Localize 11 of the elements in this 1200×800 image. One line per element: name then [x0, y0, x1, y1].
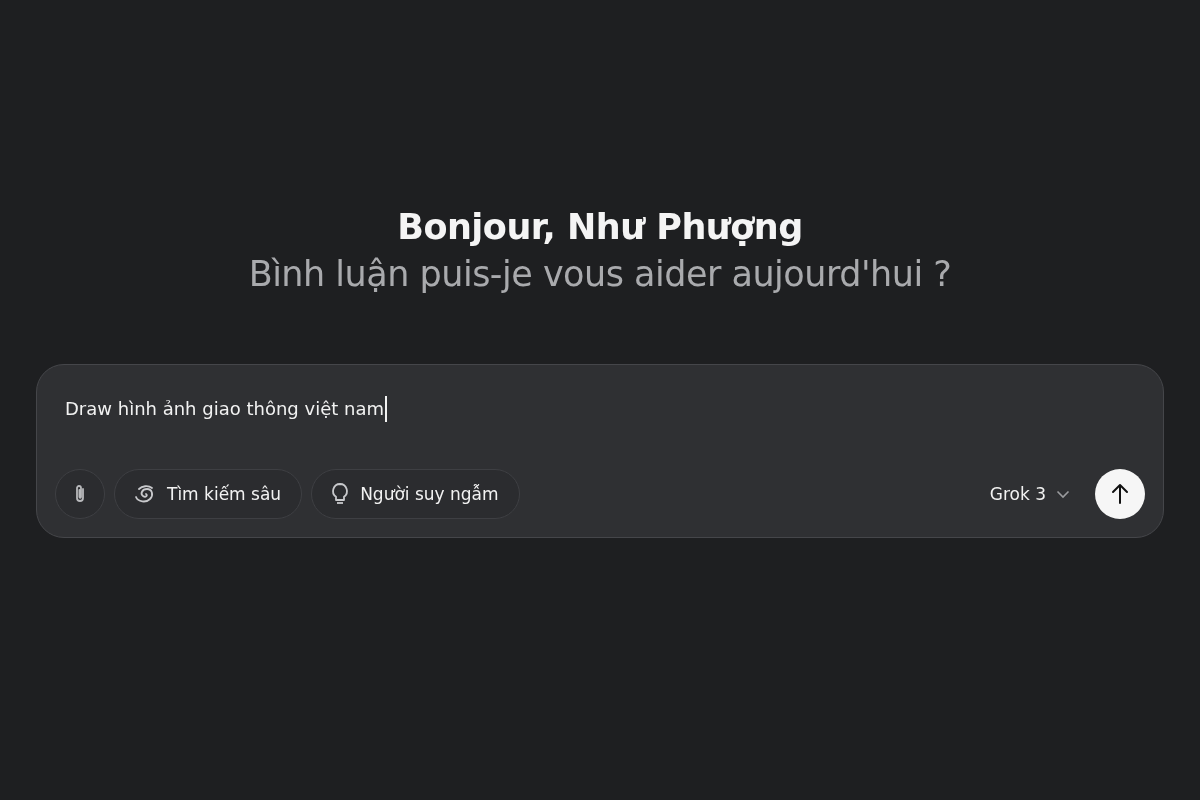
deepsearch-toggle[interactable]: Tìm kiếm sâu	[114, 469, 303, 519]
attach-button[interactable]	[55, 469, 105, 519]
arrow-up-icon	[1111, 483, 1129, 505]
send-button[interactable]	[1095, 469, 1145, 519]
model-selector[interactable]: Grok 3	[973, 484, 1086, 504]
prompt-field[interactable]: Draw hình ảnh giao thông việt nam	[55, 395, 1145, 423]
greeting-title: Bonjour, Như Phượng	[397, 206, 803, 249]
chevron-down-icon	[1056, 489, 1070, 499]
lightbulb-icon	[330, 482, 351, 506]
greeting-subtitle: Bình luận puis-je vous aider aujourd'hui ?	[248, 253, 952, 296]
think-toggle[interactable]: Người suy ngẫm	[311, 469, 520, 519]
